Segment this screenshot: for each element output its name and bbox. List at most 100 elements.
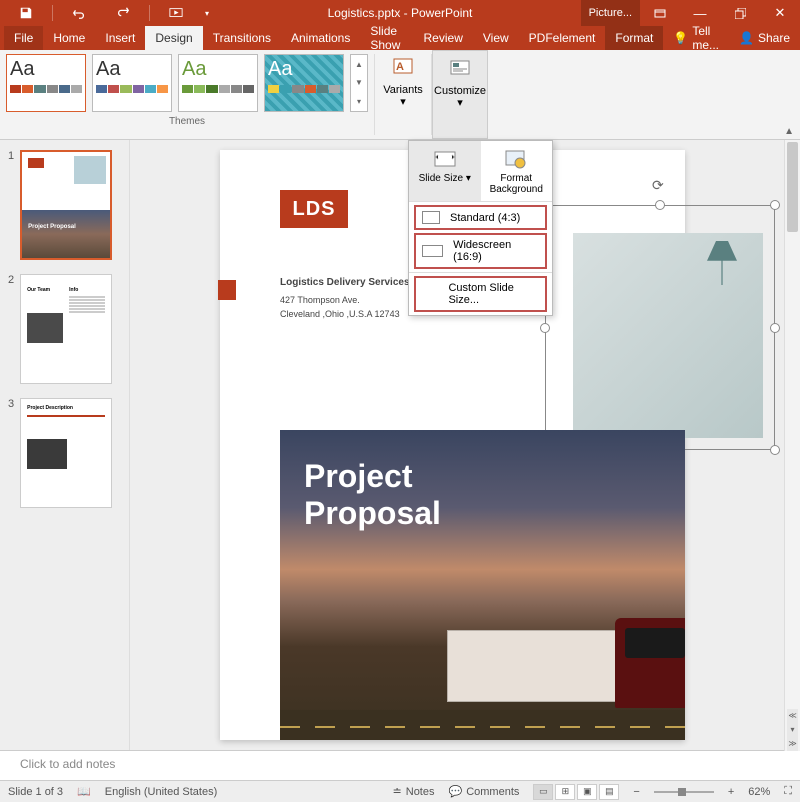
start-from-beginning-button[interactable] bbox=[156, 0, 196, 26]
rotate-handle[interactable]: ⟳ bbox=[652, 177, 668, 193]
reading-view-button[interactable]: ▣ bbox=[577, 784, 597, 800]
zoom-level[interactable]: 62% bbox=[748, 786, 770, 798]
theme-thumb-4[interactable]: Aa bbox=[264, 54, 344, 112]
scroll-down-button[interactable]: ▾ bbox=[787, 723, 798, 737]
theme-aa-label: Aa bbox=[10, 58, 82, 81]
slide-thumbnails-pane[interactable]: 1 Project Proposal 2 Our Team Info 3 Pro… bbox=[0, 140, 130, 750]
tab-transitions[interactable]: Transitions bbox=[203, 26, 281, 50]
slide-size-icon bbox=[433, 147, 457, 171]
resize-handle-tm[interactable] bbox=[655, 200, 665, 210]
save-button[interactable] bbox=[6, 0, 46, 26]
lightbulb-icon: 💡 bbox=[673, 31, 688, 45]
theme-aa-label: Aa bbox=[268, 58, 340, 81]
format-background-button[interactable]: Format Background bbox=[481, 141, 553, 201]
fit-to-window-button[interactable]: ⛶ bbox=[784, 785, 792, 798]
window-title: Logistics.pptx - PowerPoint bbox=[328, 6, 473, 20]
thumb-number: 3 bbox=[8, 398, 14, 410]
spellcheck-icon[interactable]: 📖 bbox=[77, 785, 91, 798]
vertical-scrollbar[interactable]: ≪ ▾ ≫ bbox=[784, 140, 800, 751]
lds-logo: LDS bbox=[280, 190, 348, 228]
company-info: Logistics Delivery Services 427 Thompson… bbox=[280, 275, 410, 321]
prev-slide-button[interactable]: ≪ bbox=[787, 709, 798, 723]
thumb-number: 1 bbox=[8, 150, 14, 162]
format-background-icon bbox=[504, 147, 528, 171]
undo-button[interactable] bbox=[59, 0, 99, 26]
slide-thumbnail-3[interactable]: Project Description bbox=[20, 398, 112, 508]
slide-thumbnail-1[interactable]: Project Proposal bbox=[20, 150, 112, 260]
qat-more-button[interactable]: ▾ bbox=[200, 0, 214, 26]
themes-group: Aa Aa Aa Aa ▲▼▾ Themes bbox=[0, 50, 374, 139]
restore-button[interactable] bbox=[720, 0, 760, 26]
slide-size-button[interactable]: Slide Size ▾ bbox=[409, 141, 481, 201]
tab-insert[interactable]: Insert bbox=[95, 26, 145, 50]
customize-icon bbox=[448, 57, 472, 81]
tab-format[interactable]: Format bbox=[605, 26, 663, 50]
side-accent bbox=[218, 280, 236, 300]
variants-button[interactable]: A Variants▾ bbox=[375, 50, 431, 139]
slide-size-standard[interactable]: Standard (4:3) bbox=[414, 205, 547, 230]
tab-review[interactable]: Review bbox=[414, 26, 473, 50]
theme-thumb-2[interactable]: Aa bbox=[92, 54, 172, 112]
close-button[interactable]: ✕ bbox=[760, 0, 800, 26]
tab-animations[interactable]: Animations bbox=[281, 26, 360, 50]
themes-more-button[interactable]: ▲▼▾ bbox=[350, 54, 368, 112]
resize-handle-br[interactable] bbox=[770, 445, 780, 455]
slide-size-custom[interactable]: Custom Slide Size... bbox=[414, 276, 547, 312]
title-bar: ▾ Logistics.pptx - PowerPoint Picture...… bbox=[0, 0, 800, 26]
comments-button[interactable]: 💬 Comments bbox=[449, 785, 520, 798]
selected-image[interactable]: ⟳ bbox=[545, 205, 775, 450]
collapse-ribbon-button[interactable]: ▲ bbox=[784, 126, 794, 137]
theme-aa-label: Aa bbox=[96, 58, 168, 81]
tab-pdfelement[interactable]: PDFelement bbox=[519, 26, 606, 50]
zoom-in-button[interactable]: + bbox=[728, 786, 734, 798]
tell-me-button[interactable]: 💡Tell me... bbox=[663, 26, 729, 50]
customize-dropdown-panel: Slide Size ▾ Format Background Standard … bbox=[408, 140, 553, 316]
theme-thumb-3[interactable]: Aa bbox=[178, 54, 258, 112]
quick-access-toolbar: ▾ bbox=[0, 0, 214, 26]
slide-sorter-button[interactable]: ⊞ bbox=[555, 784, 575, 800]
share-button[interactable]: 👤Share bbox=[729, 26, 800, 50]
zoom-slider[interactable] bbox=[654, 791, 714, 793]
tab-home[interactable]: Home bbox=[43, 26, 95, 50]
svg-text:A: A bbox=[396, 61, 404, 73]
image-content bbox=[573, 233, 763, 438]
ratio-4-3-icon bbox=[422, 211, 440, 224]
theme-thumb-1[interactable]: Aa bbox=[6, 54, 86, 112]
themes-group-label: Themes bbox=[6, 116, 368, 127]
slide-size-widescreen[interactable]: Widescreen (16:9) bbox=[414, 233, 547, 269]
resize-handle-mr[interactable] bbox=[770, 323, 780, 333]
theme-aa-label: Aa bbox=[182, 58, 254, 81]
hero-image: Project Proposal bbox=[280, 430, 685, 740]
language-indicator[interactable]: English (United States) bbox=[105, 786, 218, 798]
slide-indicator[interactable]: Slide 1 of 3 bbox=[8, 786, 63, 798]
scrollbar-thumb[interactable] bbox=[787, 142, 798, 232]
ribbon-display-options-button[interactable] bbox=[640, 0, 680, 26]
customize-button[interactable]: Customize▾ bbox=[432, 50, 488, 139]
slide-thumbnail-2[interactable]: Our Team Info bbox=[20, 274, 112, 384]
tab-file[interactable]: File bbox=[4, 26, 43, 50]
share-icon: 👤 bbox=[739, 31, 754, 45]
picture-tools-label: Picture... bbox=[581, 0, 640, 26]
zoom-out-button[interactable]: − bbox=[633, 786, 639, 798]
resize-handle-tr[interactable] bbox=[770, 200, 780, 210]
tab-view[interactable]: View bbox=[473, 26, 519, 50]
notes-button[interactable]: ≐ Notes bbox=[393, 785, 435, 798]
workspace: 1 Project Proposal 2 Our Team Info 3 Pro… bbox=[0, 140, 800, 750]
ratio-16-9-icon bbox=[422, 245, 443, 257]
normal-view-button[interactable]: ▭ bbox=[533, 784, 553, 800]
notes-pane[interactable]: Click to add notes bbox=[0, 750, 800, 780]
slideshow-view-button[interactable]: ▤ bbox=[599, 784, 619, 800]
ribbon-tabs: File Home Insert Design Transitions Anim… bbox=[0, 26, 800, 50]
variants-icon: A bbox=[391, 56, 415, 80]
notes-placeholder: Click to add notes bbox=[20, 757, 115, 771]
minimize-button[interactable]: — bbox=[680, 0, 720, 26]
tab-slideshow[interactable]: Slide Show bbox=[360, 26, 413, 50]
resize-handle-ml[interactable] bbox=[540, 323, 550, 333]
tab-design[interactable]: Design bbox=[145, 26, 202, 50]
thumb-number: 2 bbox=[8, 274, 14, 286]
truck-graphic bbox=[435, 580, 685, 720]
hero-title: Project Proposal bbox=[304, 458, 441, 532]
next-slide-button[interactable]: ≫ bbox=[787, 737, 798, 751]
redo-button[interactable] bbox=[103, 0, 143, 26]
ribbon-design: Aa Aa Aa Aa ▲▼▾ Themes A Variants▾ Custo… bbox=[0, 50, 800, 140]
